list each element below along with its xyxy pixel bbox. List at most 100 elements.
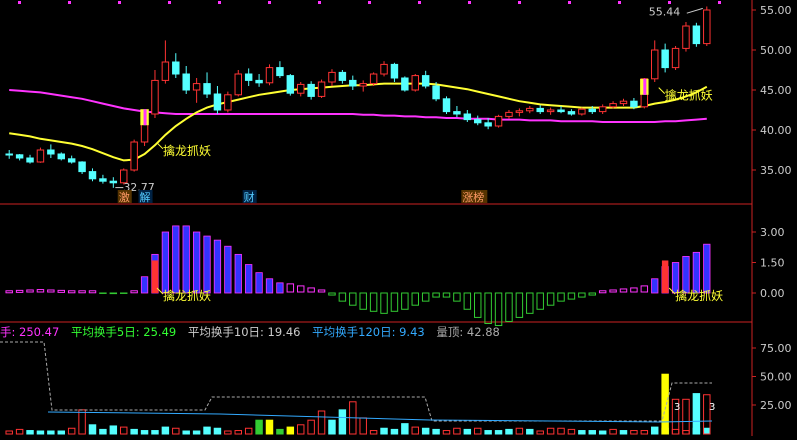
indicator-bar <box>641 286 647 292</box>
volume-bar <box>225 431 231 434</box>
indicator-signal-label: 擒龙抓妖 <box>675 288 723 303</box>
volume-bar <box>27 431 33 434</box>
volume-top: 量顶: 42.88 <box>436 325 499 339</box>
candle-body <box>79 162 85 172</box>
candle-body <box>704 10 710 44</box>
candle-body <box>173 62 179 74</box>
high-price-label: 55.44 <box>649 6 681 19</box>
volume-bar <box>662 374 668 434</box>
candle-body <box>610 104 616 107</box>
indicator-bar <box>454 293 460 301</box>
volume-bar <box>422 428 428 434</box>
volume-tick-label: 75.00 <box>760 342 792 355</box>
volume-bar <box>308 420 314 434</box>
indicator-bar <box>402 293 408 309</box>
indicator-bar <box>475 293 481 317</box>
indicator-bar <box>631 288 637 292</box>
volume-bar <box>370 431 376 434</box>
indicator-bar <box>485 293 491 324</box>
volume-bar <box>610 429 616 434</box>
candle-body <box>683 26 689 48</box>
volume-bar <box>89 425 95 434</box>
candle-body <box>391 64 397 78</box>
candle-body <box>485 123 491 126</box>
volume-bar <box>547 428 553 434</box>
indicator-bar <box>704 244 710 293</box>
candle-body <box>183 74 189 90</box>
candle-body <box>589 109 595 111</box>
volume-bar <box>6 431 12 434</box>
volume-bar <box>193 431 199 434</box>
indicator-bar <box>620 289 626 292</box>
volume-tick-label: 25.00 <box>760 399 792 412</box>
indicator-bar <box>256 273 262 293</box>
candle-body <box>308 84 314 96</box>
indicator-bar <box>433 293 439 297</box>
volume-bar <box>329 420 335 434</box>
candle-body <box>16 155 22 158</box>
indicator-panel: 擒龙抓妖擒龙抓妖 <box>6 226 723 326</box>
volume-bar <box>235 431 241 434</box>
candle-body <box>100 179 106 181</box>
indicator-bar <box>422 293 428 301</box>
candle-body <box>454 112 460 114</box>
volume-bar <box>672 429 678 434</box>
volume-bar <box>381 428 387 434</box>
indicator-bar <box>516 293 522 317</box>
volume-bar <box>277 429 283 434</box>
volume-bar <box>485 431 491 434</box>
candle-body <box>339 72 345 80</box>
volume-bar <box>110 426 116 434</box>
volume-bar <box>131 429 137 434</box>
candle-body <box>245 74 251 80</box>
high-arrow <box>687 8 703 13</box>
candle-body <box>204 84 210 94</box>
top-marker <box>318 1 321 4</box>
top-marker <box>718 1 721 4</box>
indicator-bar <box>110 293 116 294</box>
avg-turnover-5d: 平均换手5日: 25.49 <box>71 325 176 339</box>
indicator-signal-bar <box>662 260 668 293</box>
volume-bar <box>475 428 481 434</box>
volume-bar <box>412 427 418 434</box>
indicator-bar <box>89 291 95 293</box>
event-tag: 涨榜 <box>462 190 484 204</box>
indicator-bar <box>162 232 168 293</box>
volume-bar <box>579 431 585 434</box>
volume-bar <box>152 431 158 434</box>
signal-label: 擒龙抓妖 <box>665 88 713 103</box>
volume-bar <box>256 420 262 434</box>
volume-bar <box>48 431 54 434</box>
volume-bar <box>568 429 574 434</box>
volume-bar <box>454 428 460 434</box>
candle-body <box>318 82 324 96</box>
indicator-bar <box>329 293 335 295</box>
candle-body <box>277 68 283 76</box>
candle-body <box>475 120 481 123</box>
candle-body <box>558 110 564 112</box>
top-marker <box>268 1 271 4</box>
indicator-bar <box>235 254 241 293</box>
signal-candle-stripe <box>643 79 646 95</box>
indicator-bar <box>183 226 189 293</box>
volume-bar <box>183 431 189 434</box>
volume-bar <box>16 429 22 434</box>
volume-bar <box>402 424 408 434</box>
indicator-bar <box>464 293 470 309</box>
indicator-bar <box>193 232 199 293</box>
volume-bar <box>693 394 699 434</box>
indicator-bar <box>558 293 564 301</box>
volume-bar <box>245 428 251 434</box>
volume-bar <box>495 431 501 434</box>
indicator-bar <box>298 286 304 292</box>
candle-body <box>110 181 116 183</box>
top-marker <box>68 1 71 4</box>
volume-bar <box>464 429 470 434</box>
volume-panel: 33 <box>0 342 715 434</box>
volume-bar <box>683 399 689 434</box>
kline-chart[interactable]: 擒龙抓妖擒龙抓妖55.4432.77激解财涨榜 擒龙抓妖擒龙抓妖 33 55.0… <box>0 0 797 436</box>
volume-tick-label: 50.00 <box>760 371 792 384</box>
top-marker <box>618 1 621 4</box>
indicator-bar <box>6 291 12 293</box>
volume-bar <box>339 410 345 434</box>
